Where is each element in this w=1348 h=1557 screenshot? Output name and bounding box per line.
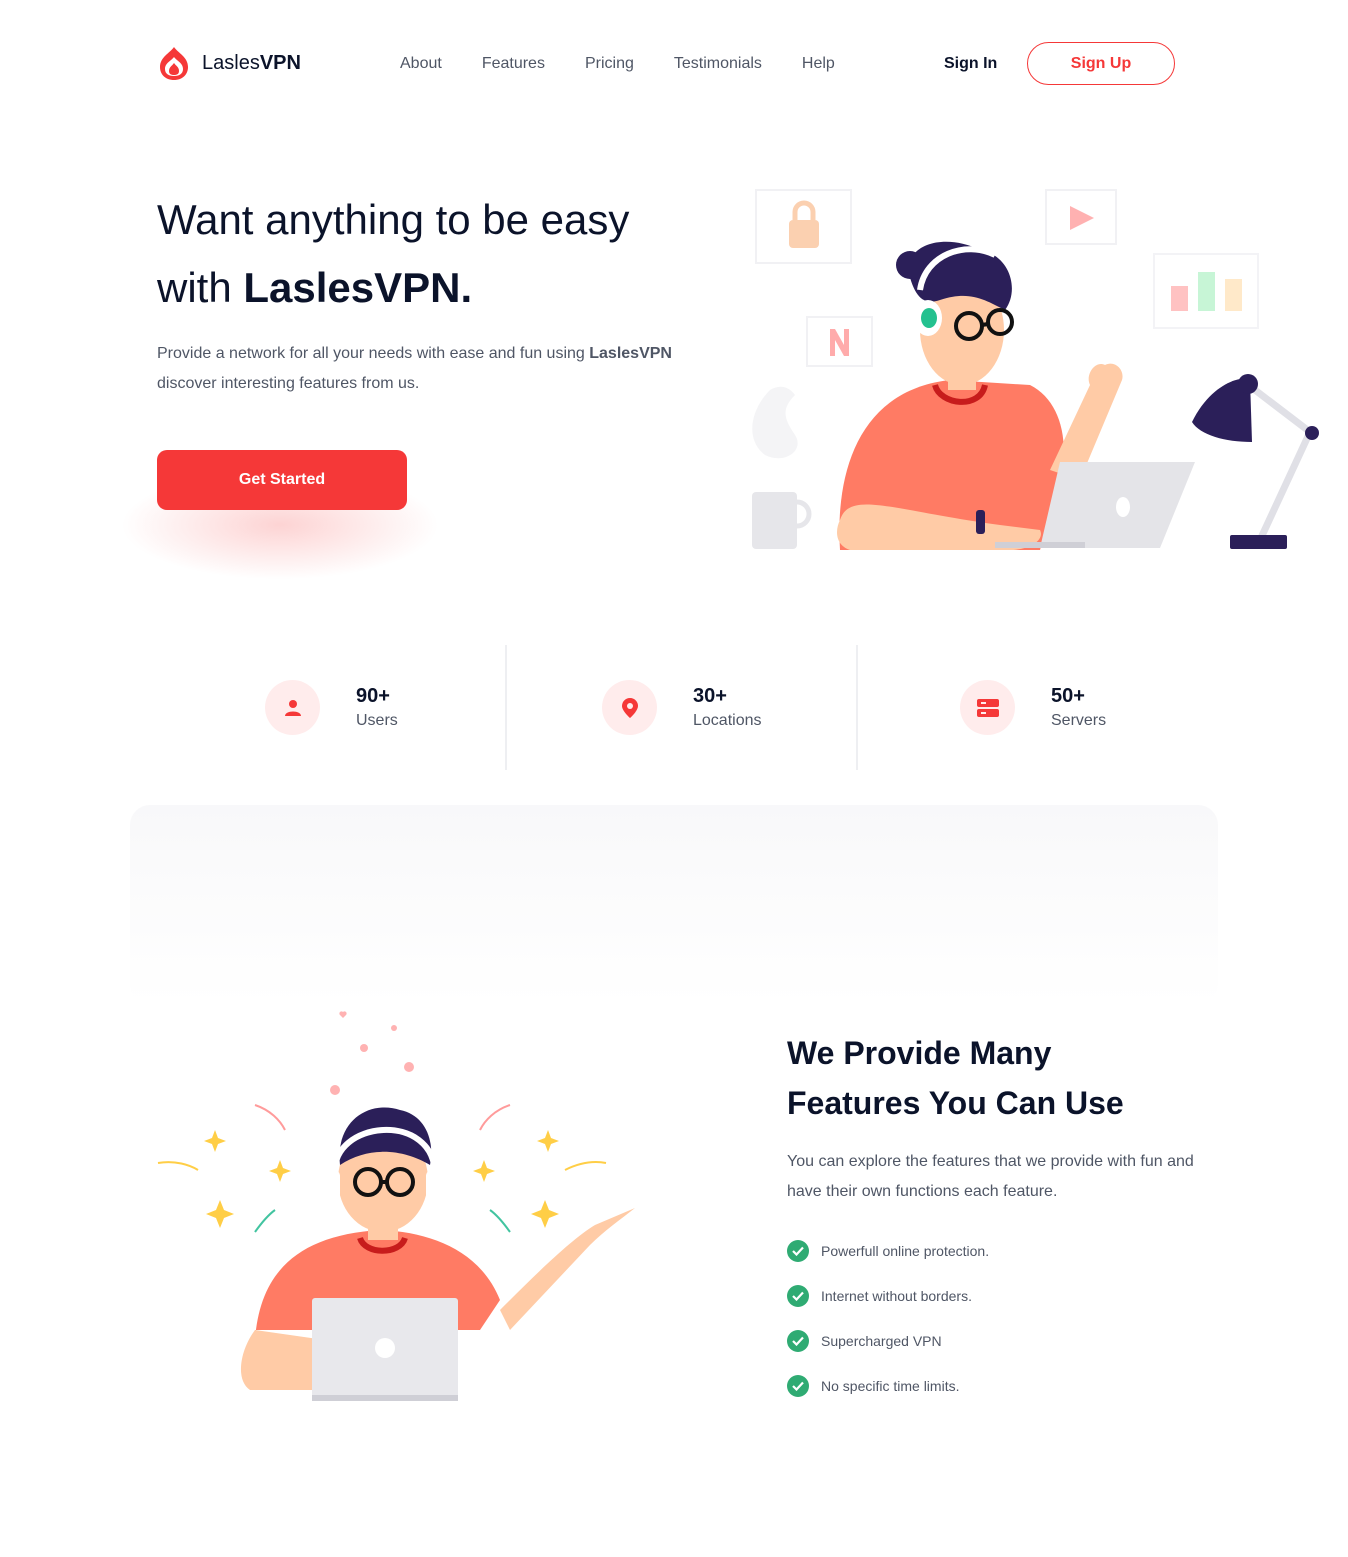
get-started-button[interactable]: Get Started — [157, 450, 407, 510]
sign-up-button[interactable]: Sign Up — [1027, 42, 1175, 85]
feature-text: Powerfull online protection. — [821, 1242, 990, 1259]
nav-help[interactable]: Help — [802, 55, 835, 73]
features-subtitle: You can explore the features that we pro… — [787, 1153, 1194, 1200]
feature-text: Supercharged VPN — [821, 1332, 942, 1349]
list-item: Supercharged VPN — [787, 1318, 989, 1363]
stat-label: Servers — [1051, 712, 1107, 729]
nav-about[interactable]: About — [400, 55, 442, 73]
logo[interactable]: LaslesVPN — [156, 45, 301, 81]
list-item: Internet without borders. — [787, 1273, 989, 1318]
hero-title: Want anything to be easy with LaslesVPN. — [157, 196, 630, 311]
steam-shape — [752, 386, 798, 459]
heart-icon — [330, 1011, 414, 1095]
stat-divider — [856, 645, 858, 770]
flame-logo-icon — [160, 47, 188, 80]
nav-pricing[interactable]: Pricing — [585, 55, 634, 73]
features-illustration — [157, 1011, 635, 1401]
stat-value: 30+ — [693, 685, 727, 707]
stat-label: Users — [356, 712, 398, 729]
nav-testimonials[interactable]: Testimonials — [674, 55, 762, 73]
check-icon — [787, 1239, 809, 1262]
lock-icon — [755, 189, 852, 264]
check-icon — [787, 1329, 809, 1352]
user-icon — [265, 680, 320, 735]
features-list: Powerfull online protection. Internet wi… — [787, 1228, 989, 1408]
list-item: Powerfull online protection. — [787, 1228, 989, 1273]
stat-divider — [505, 645, 507, 770]
netflix-icon — [806, 316, 873, 367]
server-icon — [960, 680, 1015, 735]
play-icon — [1045, 189, 1117, 245]
hero-illustration — [752, 189, 1319, 550]
check-icon — [787, 1284, 809, 1307]
sign-in-link[interactable]: Sign In — [944, 55, 997, 73]
location-pin-icon — [602, 680, 657, 735]
feature-text: No specific time limits. — [821, 1377, 960, 1394]
stat-value: 50+ — [1051, 685, 1085, 707]
hero-subtitle: Provide a network for all your needs wit… — [157, 345, 672, 392]
stat-users: 90+ Users — [265, 680, 398, 735]
features-title: We Provide Many Features You Can Use — [787, 1035, 1124, 1121]
nav-features[interactable]: Features — [482, 55, 545, 73]
feature-text: Internet without borders. — [821, 1287, 972, 1304]
bar-chart-icon — [1153, 253, 1259, 329]
coffee-mug-icon — [752, 492, 812, 549]
stat-servers: 50+ Servers — [960, 680, 1106, 735]
main-nav: About Features Pricing Testimonials Help — [400, 55, 835, 73]
brand-name: LaslesVPN — [202, 51, 301, 74]
list-item: No specific time limits. — [787, 1363, 989, 1408]
stat-value: 90+ — [356, 685, 390, 707]
stat-label: Locations — [693, 712, 762, 729]
stat-locations: 30+ Locations — [602, 680, 762, 735]
desk-lamp-icon — [1192, 374, 1319, 549]
check-icon — [787, 1374, 809, 1397]
stats-shadow — [130, 805, 1218, 1005]
laptop-icon — [312, 1298, 458, 1401]
